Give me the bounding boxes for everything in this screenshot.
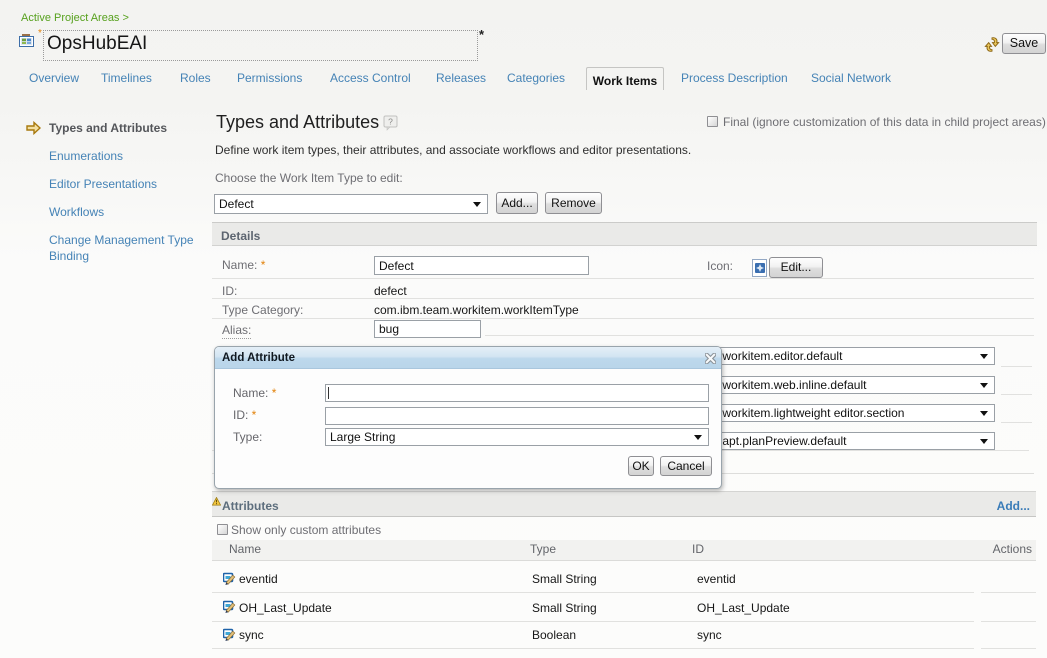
svg-text:?: ? xyxy=(388,117,393,127)
